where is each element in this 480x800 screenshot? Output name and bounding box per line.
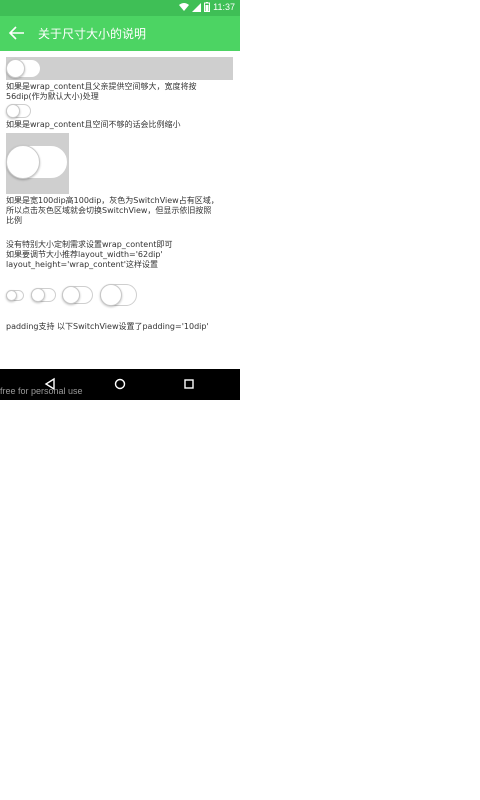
watermark: free for personal use — [0, 386, 83, 396]
text-padding: padding支持 以下SwitchView设置了padding='10dip' — [6, 322, 209, 331]
switch-size-4[interactable] — [100, 284, 137, 306]
text-special-line1: 没有特别大小定制需求设置wrap_content即可 — [6, 240, 173, 249]
switch-knob — [6, 59, 25, 78]
text-wh-line2: 所以点击灰色区域就会切换SwitchView，但显示依旧按照 — [6, 206, 212, 215]
text-special-line2: 如果要调节大小推荐layout_width='62dip' — [6, 250, 163, 259]
switch-small[interactable] — [6, 104, 31, 118]
switch-size-2[interactable] — [31, 288, 56, 302]
switch-size-1[interactable] — [6, 290, 24, 301]
text-wrap-line2: 56dip(作为默认大小)处理 — [6, 92, 99, 101]
switch-knob — [6, 290, 17, 301]
text-wrap-line1: 如果是wrap_content且父亲提供空间够大，宽度将按 — [6, 82, 197, 91]
nav-home-icon[interactable] — [113, 377, 127, 391]
status-icons: 11:37 — [179, 2, 235, 12]
switch-knob — [100, 284, 122, 306]
signal-icon — [192, 2, 202, 12]
content-area: 如果是wrap_content且父亲提供空间够大，宽度将按 56dip(作为默认… — [0, 51, 240, 369]
wifi-icon — [179, 2, 190, 11]
status-bar: 11:37 — [0, 0, 240, 16]
text-wh-line1: 如果是宽100dip高100dip，灰色为SwitchView占有区域， — [6, 196, 219, 205]
toolbar: 关于尺寸大小的说明 — [0, 16, 240, 51]
switch-large[interactable] — [6, 145, 68, 179]
text-wh-line3: 比例 — [6, 216, 22, 225]
switch-knob — [31, 288, 45, 302]
text-special-line3: layout_height='wrap_content'这样设置 — [6, 260, 159, 269]
status-time: 11:37 — [213, 2, 235, 12]
switch-default[interactable] — [6, 59, 41, 78]
page-title: 关于尺寸大小的说明 — [38, 27, 147, 41]
back-arrow-icon[interactable] — [8, 25, 26, 41]
switch-knob — [62, 286, 80, 304]
phone-screen: 11:37 关于尺寸大小的说明 如果是wrap_content且父亲提供空间够大… — [0, 0, 240, 400]
switch-knob — [6, 104, 20, 118]
battery-icon — [204, 2, 211, 12]
switch-size-3[interactable] — [62, 286, 93, 304]
switch-knob — [6, 145, 40, 179]
nav-recents-icon[interactable] — [182, 377, 196, 391]
text-shrink: 如果是wrap_content且空间不够的话会比例缩小 — [6, 120, 181, 129]
